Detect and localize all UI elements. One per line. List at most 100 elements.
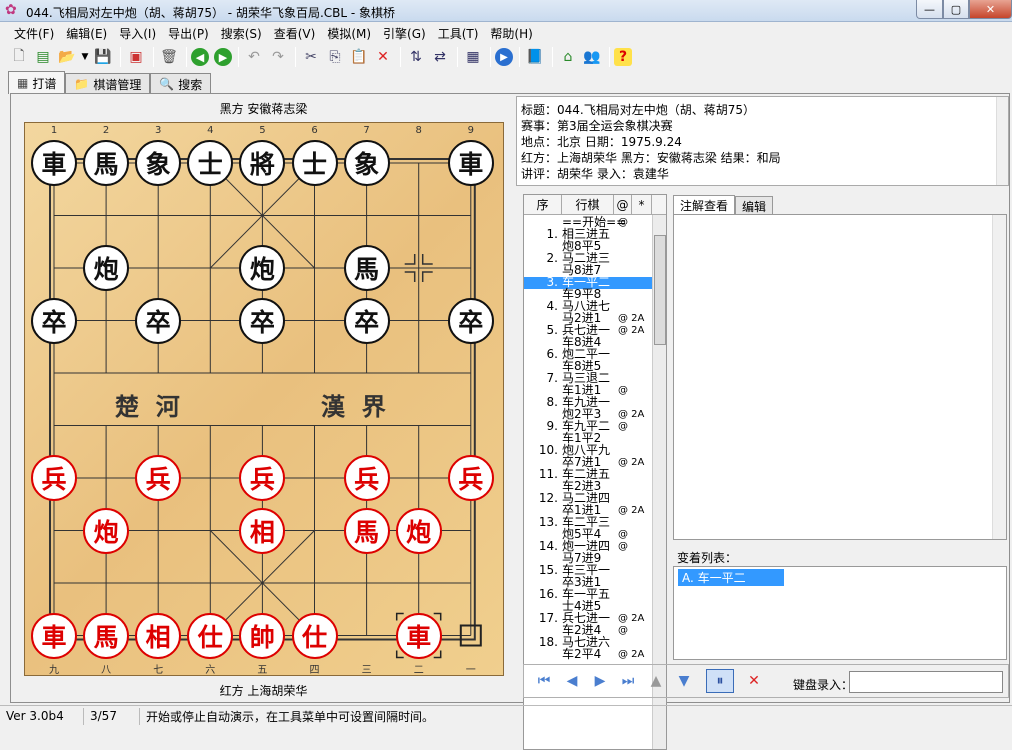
- menu-help[interactable]: 帮助(H): [484, 25, 538, 42]
- comment-scrollbar[interactable]: [992, 215, 1006, 539]
- chess-board[interactable]: 車馬象士將士象車炮炮馬卒卒卒卒卒兵兵兵兵兵炮相馬炮車馬相仕帥仕車 楚 河 漢 界…: [24, 122, 504, 676]
- red-piece[interactable]: 兵: [31, 455, 77, 501]
- black-piece[interactable]: 馬: [343, 245, 390, 291]
- black-piece[interactable]: 車: [31, 140, 77, 186]
- redo-icon[interactable]: ↷: [267, 46, 289, 68]
- autoplay-pause-icon[interactable]: ⏸: [706, 669, 734, 693]
- toolbar-separator: [153, 47, 154, 67]
- tab-dapu[interactable]: ▦ 打谱: [8, 71, 66, 94]
- black-piece[interactable]: 士: [187, 140, 234, 186]
- info-scrollbar[interactable]: [996, 97, 1008, 185]
- paste-icon[interactable]: 📋: [348, 46, 370, 68]
- tab-manage[interactable]: 📁 棋谱管理: [65, 73, 151, 94]
- black-piece[interactable]: 卒: [343, 297, 390, 344]
- delete-trash-icon[interactable]: 🗑: [158, 46, 180, 68]
- red-piece[interactable]: 相: [135, 612, 182, 659]
- dropdown-arrow-icon[interactable]: ▼: [80, 46, 90, 68]
- move-annotation: @ 2A: [618, 613, 645, 624]
- black-piece[interactable]: 馬: [83, 140, 130, 186]
- help-question-icon[interactable]: ?: [614, 48, 632, 66]
- red-piece[interactable]: 馬: [83, 612, 130, 659]
- flip-vertical-icon[interactable]: ⇅: [405, 46, 427, 68]
- red-piece[interactable]: 炮: [83, 507, 130, 554]
- move-number: 5.: [546, 323, 558, 337]
- move-row[interactable]: 车2平4 @ 2A: [524, 648, 652, 661]
- back-green-icon[interactable]: ◀: [191, 48, 209, 66]
- board-grid: [49, 158, 482, 659]
- header-index[interactable]: 序: [524, 195, 562, 214]
- header-move[interactable]: 行棋: [562, 195, 614, 214]
- comment-area[interactable]: [673, 214, 1007, 540]
- menu-edit[interactable]: 编辑(E): [60, 25, 113, 42]
- close-button[interactable]: ✕: [969, 0, 1012, 19]
- open-folder-icon[interactable]: 📂: [56, 46, 78, 68]
- new-file-icon[interactable]: 🗋: [8, 46, 30, 68]
- tab-comment-edit[interactable]: 编辑: [735, 196, 774, 215]
- move-number: 4.: [546, 299, 558, 313]
- variation-item[interactable]: A. 车一平二: [678, 569, 784, 586]
- maximize-button[interactable]: ▢: [943, 0, 969, 19]
- black-piece[interactable]: 車: [447, 140, 494, 186]
- menu-import[interactable]: 导入(I): [113, 25, 162, 42]
- red-piece[interactable]: 車: [395, 612, 442, 659]
- red-piece[interactable]: 炮: [395, 507, 442, 554]
- black-piece[interactable]: 卒: [135, 297, 182, 344]
- tab-comment-view[interactable]: 注解查看: [673, 195, 736, 215]
- black-piece[interactable]: 炮: [83, 245, 130, 291]
- flip-horizontal-icon[interactable]: ⇄: [429, 46, 451, 68]
- minimize-button[interactable]: —: [916, 0, 943, 19]
- cut-icon[interactable]: ✂: [300, 46, 322, 68]
- home-icon[interactable]: ⌂: [557, 46, 579, 68]
- keyboard-input-field[interactable]: [849, 671, 1003, 693]
- copy-icon[interactable]: ⎘: [324, 46, 346, 68]
- menu-search[interactable]: 搜索(S): [215, 25, 268, 42]
- users-icon[interactable]: 👥: [581, 46, 603, 68]
- prev-move-icon[interactable]: ◀: [558, 669, 586, 693]
- red-piece[interactable]: 相: [239, 507, 286, 554]
- grid-view-icon[interactable]: ▦: [462, 46, 484, 68]
- forward-green-icon[interactable]: ▶: [214, 48, 232, 66]
- play-circle-icon[interactable]: ▶: [495, 48, 513, 66]
- next-move-icon[interactable]: ▶: [586, 669, 614, 693]
- menu-engine[interactable]: 引擎(G): [377, 25, 432, 42]
- red-piece[interactable]: 仕: [291, 612, 338, 659]
- top-coordinate: 8: [415, 125, 422, 136]
- top-coordinate: 2: [102, 125, 110, 136]
- black-piece[interactable]: 士: [291, 140, 338, 186]
- red-piece[interactable]: 車: [31, 612, 77, 659]
- first-move-icon[interactable]: ⏮: [530, 669, 558, 693]
- red-piece[interactable]: 帥: [239, 612, 286, 659]
- header-star[interactable]: *: [632, 195, 652, 214]
- black-piece[interactable]: 象: [343, 140, 390, 186]
- properties-icon[interactable]: ▣: [125, 46, 147, 68]
- save-icon[interactable]: 💾: [92, 46, 114, 68]
- black-piece[interactable]: 卒: [447, 297, 494, 344]
- header-at[interactable]: @: [614, 195, 632, 214]
- menu-simulate[interactable]: 模拟(M): [321, 25, 377, 42]
- stop-x-icon[interactable]: ✕: [740, 669, 768, 693]
- last-move-icon[interactable]: ⏭: [614, 669, 642, 693]
- top-coordinate: 6: [311, 125, 318, 136]
- book-icon[interactable]: 📘: [524, 46, 546, 68]
- red-piece[interactable]: 仕: [187, 612, 234, 659]
- menu-tools[interactable]: 工具(T): [432, 25, 485, 42]
- menu-file[interactable]: 文件(F): [8, 25, 60, 42]
- tab-search[interactable]: 🔍 搜索: [150, 73, 212, 94]
- scrollbar-thumb[interactable]: [654, 235, 666, 345]
- new-db-icon[interactable]: ▤: [32, 46, 54, 68]
- bottom-coordinate: 八: [101, 665, 112, 676]
- black-piece[interactable]: 卒: [31, 297, 77, 344]
- delete-x-icon[interactable]: ✕: [372, 46, 394, 68]
- down-variation-icon[interactable]: ▼: [670, 669, 698, 693]
- variation-list[interactable]: A. 车一平二: [673, 566, 1007, 660]
- black-piece[interactable]: 卒: [239, 297, 286, 344]
- menu-view[interactable]: 查看(V): [268, 25, 322, 42]
- undo-icon[interactable]: ↶: [243, 46, 265, 68]
- up-variation-icon[interactable]: ▲: [642, 669, 670, 693]
- red-piece[interactable]: 馬: [343, 507, 390, 554]
- menu-export[interactable]: 导出(P): [162, 25, 215, 42]
- red-piece[interactable]: 兵: [135, 455, 182, 501]
- red-piece[interactable]: 兵: [447, 455, 494, 501]
- black-piece[interactable]: 象: [135, 140, 182, 186]
- red-piece[interactable]: 兵: [343, 455, 390, 501]
